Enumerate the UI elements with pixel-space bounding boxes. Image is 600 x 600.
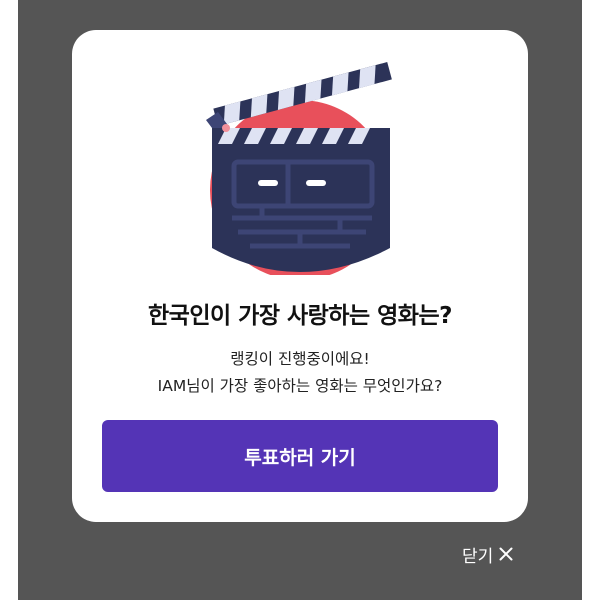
close-label: 닫기 [462, 546, 494, 567]
modal-description-line1: 랭킹이 진행중이에요! [230, 350, 370, 368]
page: 한국인이 가장 사랑하는 영화는? 랭킹이 진행중이에요! IAM님이 가장 좋… [0, 0, 600, 600]
modal-title: 한국인이 가장 사랑하는 영화는? [148, 303, 452, 329]
modal-description: 랭킹이 진행중이에요! IAM님이 가장 좋아하는 영화는 무엇인가요? [0, 346, 600, 400]
close-button[interactable]: 닫기 [462, 541, 513, 567]
modal-description-line2: IAM님이 가장 좋아하는 영화는 무엇인가요? [157, 377, 443, 395]
clapperboard-icon [206, 62, 392, 275]
close-icon [499, 547, 513, 561]
vote-button[interactable]: 투표하러 가기 [102, 420, 498, 492]
